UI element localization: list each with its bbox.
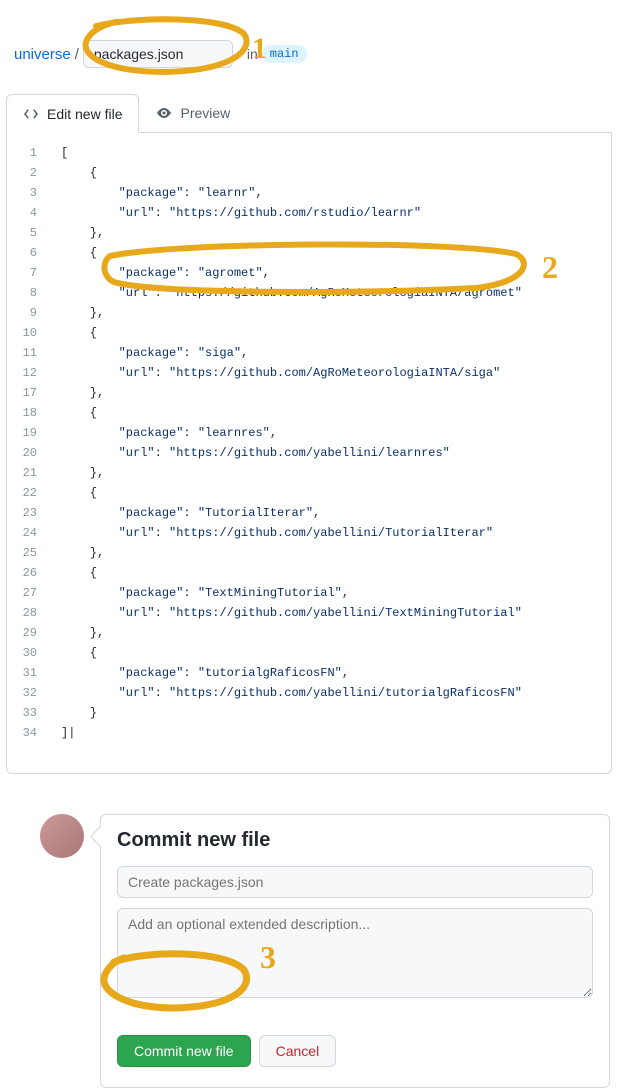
editor-tabs: Edit new file Preview (6, 94, 612, 133)
line-number: 3 (7, 183, 37, 203)
line-number-gutter: 1234567891011121718192021222324252627282… (7, 143, 47, 743)
code-line[interactable]: "package": "tutorialgRaficosFN", (61, 663, 611, 683)
line-number: 19 (7, 423, 37, 443)
code-icon (23, 106, 39, 122)
code-line[interactable]: "package": "agromet", (61, 263, 611, 283)
line-number: 12 (7, 363, 37, 383)
line-number: 8 (7, 283, 37, 303)
line-number: 23 (7, 503, 37, 523)
code-line[interactable]: "package": "learnres", (61, 423, 611, 443)
commit-heading: Commit new file (117, 829, 593, 852)
code-line[interactable]: "url": "https://github.com/rstudio/learn… (61, 203, 611, 223)
line-number: 28 (7, 603, 37, 623)
tab-preview[interactable]: Preview (139, 94, 247, 132)
line-number: 24 (7, 523, 37, 543)
code-line[interactable]: "package": "learnr", (61, 183, 611, 203)
code-line[interactable]: "url": "https://github.com/yabellini/Tut… (61, 523, 611, 543)
code-line[interactable]: "package": "TutorialIterar", (61, 503, 611, 523)
line-number: 32 (7, 683, 37, 703)
breadcrumb: universe / in main (0, 0, 618, 76)
avatar (40, 814, 84, 858)
line-number: 27 (7, 583, 37, 603)
code-line[interactable]: { (61, 643, 611, 663)
line-number: 4 (7, 203, 37, 223)
line-number: 20 (7, 443, 37, 463)
code-line[interactable]: }, (61, 543, 611, 563)
code-content[interactable]: [ { "package": "learnr", "url": "https:/… (47, 143, 611, 743)
code-line[interactable]: }, (61, 463, 611, 483)
code-line[interactable]: "url": "https://github.com/yabellini/tut… (61, 683, 611, 703)
commit-description-input[interactable] (117, 908, 593, 998)
code-line[interactable]: }, (61, 303, 611, 323)
code-line[interactable]: "package": "TextMiningTutorial", (61, 583, 611, 603)
line-number: 11 (7, 343, 37, 363)
code-line[interactable]: }, (61, 223, 611, 243)
code-editor[interactable]: 1234567891011121718192021222324252627282… (6, 133, 612, 774)
line-number: 9 (7, 303, 37, 323)
breadcrumb-separator: / (75, 46, 79, 63)
line-number: 29 (7, 623, 37, 643)
code-line[interactable]: { (61, 483, 611, 503)
repo-link[interactable]: universe (14, 46, 71, 63)
line-number: 18 (7, 403, 37, 423)
filename-input[interactable] (83, 40, 233, 68)
code-line[interactable]: }, (61, 623, 611, 643)
line-number: 31 (7, 663, 37, 683)
eye-icon (156, 105, 172, 121)
line-number: 1 (7, 143, 37, 163)
line-number: 7 (7, 263, 37, 283)
code-line[interactable]: "url": "https://github.com/AgRoMeteorolo… (61, 283, 611, 303)
line-number: 17 (7, 383, 37, 403)
line-number: 5 (7, 223, 37, 243)
line-number: 33 (7, 703, 37, 723)
commit-button[interactable]: Commit new file (117, 1035, 251, 1067)
line-number: 10 (7, 323, 37, 343)
line-number: 6 (7, 243, 37, 263)
tab-edit-file[interactable]: Edit new file (6, 94, 139, 133)
code-line[interactable]: ]| (61, 723, 611, 743)
cancel-button[interactable]: Cancel (259, 1035, 337, 1067)
code-line[interactable]: "url": "https://github.com/yabellini/Tex… (61, 603, 611, 623)
code-line[interactable]: { (61, 403, 611, 423)
code-line[interactable]: }, (61, 383, 611, 403)
line-number: 34 (7, 723, 37, 743)
line-number: 26 (7, 563, 37, 583)
code-line[interactable]: "package": "siga", (61, 343, 611, 363)
code-line[interactable]: [ (61, 143, 611, 163)
commit-form: Commit new file Commit new file Cancel (100, 814, 610, 1088)
code-line[interactable]: { (61, 563, 611, 583)
commit-summary-input[interactable] (117, 866, 593, 898)
branch-pill[interactable]: main (262, 45, 307, 63)
in-label: in (247, 46, 258, 62)
code-line[interactable]: { (61, 323, 611, 343)
code-line[interactable]: "url": "https://github.com/yabellini/lea… (61, 443, 611, 463)
line-number: 2 (7, 163, 37, 183)
code-line[interactable]: { (61, 163, 611, 183)
line-number: 21 (7, 463, 37, 483)
code-line[interactable]: "url": "https://github.com/AgRoMeteorolo… (61, 363, 611, 383)
code-line[interactable]: { (61, 243, 611, 263)
line-number: 22 (7, 483, 37, 503)
code-line[interactable]: } (61, 703, 611, 723)
line-number: 30 (7, 643, 37, 663)
tab-preview-label: Preview (180, 105, 230, 121)
tab-edit-label: Edit new file (47, 106, 122, 122)
line-number: 25 (7, 543, 37, 563)
